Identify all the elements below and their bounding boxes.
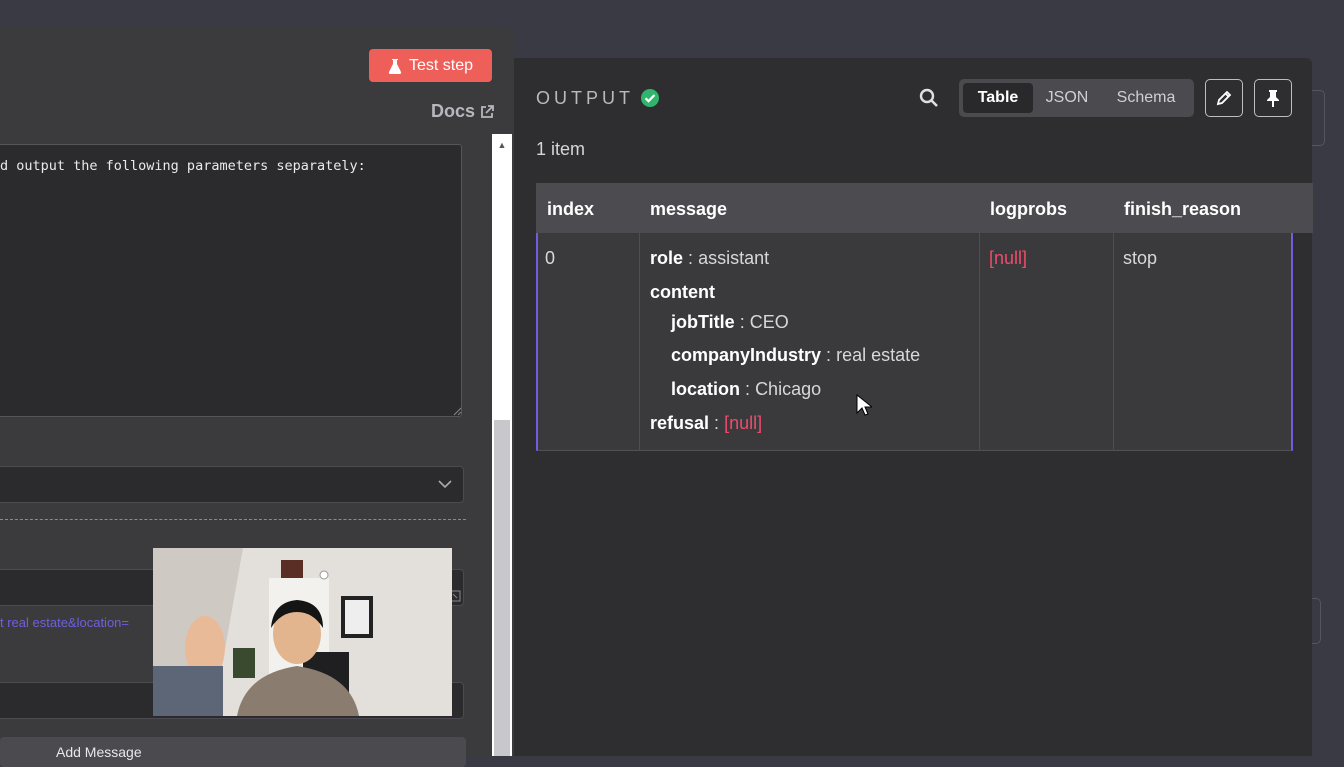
panel-edge (1312, 598, 1321, 644)
output-title: OUTPUT (536, 88, 634, 108)
section-divider (0, 519, 466, 520)
separator: : (739, 312, 745, 332)
tab-json[interactable]: JSON (1037, 83, 1097, 113)
role-value: assistant (698, 248, 770, 268)
message-role: role : assistant (650, 248, 769, 269)
column-separator (979, 233, 980, 451)
company-industry-key: companyIndustry (671, 345, 822, 365)
success-check-icon (641, 89, 659, 107)
refusal-value: [null] (724, 413, 763, 433)
separator: : (745, 379, 751, 399)
refusal-key: refusal (650, 413, 710, 433)
resize-handle-icon[interactable] (452, 406, 462, 416)
prompt-text: d output the following parameters separa… (0, 158, 366, 174)
webcam-overlay (153, 548, 452, 716)
tab-table[interactable]: Table (963, 83, 1033, 113)
table-header: index message logprobs finish_reason (536, 183, 1313, 233)
column-header-logprobs: logprobs (990, 199, 1067, 219)
content-location: location : Chicago (671, 379, 821, 400)
pin-icon (1267, 90, 1279, 107)
prompt-textarea[interactable] (0, 144, 462, 417)
flask-icon (388, 58, 402, 74)
model-select[interactable] (0, 466, 464, 503)
column-header-index: index (547, 199, 595, 219)
search-icon[interactable] (919, 88, 939, 108)
location-value: Chicago (755, 379, 822, 399)
scrollbar-thumb[interactable] (494, 420, 510, 756)
job-title-key: jobTitle (671, 312, 735, 332)
company-industry-value: real estate (836, 345, 921, 365)
role-key: role (650, 248, 684, 268)
pin-data-button[interactable] (1254, 79, 1292, 117)
cell-finish-reason: stop (1123, 248, 1158, 268)
webcam-feed-image (153, 548, 452, 716)
add-message-label: Add Message (56, 744, 142, 760)
item-count: 1 item (536, 139, 586, 159)
scroll-up-arrow-icon[interactable]: ▲ (497, 140, 507, 150)
content-company-industry: companyIndustry : real estate (671, 345, 920, 366)
pencil-icon (1216, 90, 1232, 106)
edit-output-button[interactable] (1205, 79, 1243, 117)
external-link-icon (481, 104, 494, 118)
job-title-value: CEO (749, 312, 789, 332)
test-step-button[interactable]: Test step (369, 49, 492, 82)
panel-edge (1312, 90, 1325, 146)
content-job-title: jobTitle : CEO (671, 312, 789, 333)
expression-preview: t real estate&location= (0, 615, 129, 630)
location-key: location (671, 379, 741, 399)
test-step-label: Test step (408, 56, 474, 74)
mouse-cursor-icon (856, 394, 872, 416)
add-message-button[interactable]: Add Message (0, 737, 466, 767)
separator: : (714, 413, 720, 433)
separator: : (688, 248, 694, 268)
view-mode-toggle: Table JSON Schema (959, 79, 1194, 117)
table-row[interactable]: 0 role : assistant content jobTitle : CE… (536, 233, 1293, 451)
column-separator (639, 233, 640, 451)
chevron-down-icon (438, 480, 452, 489)
separator: : (826, 345, 832, 365)
column-header-message: message (650, 199, 728, 219)
content-key: content (650, 282, 715, 302)
cell-logprobs: [null] (989, 248, 1028, 268)
docs-link[interactable]: Docs (431, 101, 494, 122)
column-header-finish-reason: finish_reason (1124, 199, 1242, 219)
tab-schema[interactable]: Schema (1101, 83, 1191, 113)
docs-label: Docs (431, 101, 476, 121)
message-refusal: refusal : [null] (650, 413, 762, 434)
column-separator (1113, 233, 1114, 451)
cell-index: 0 (545, 248, 556, 268)
output-table: index message logprobs finish_reason 0 r… (536, 183, 1313, 452)
